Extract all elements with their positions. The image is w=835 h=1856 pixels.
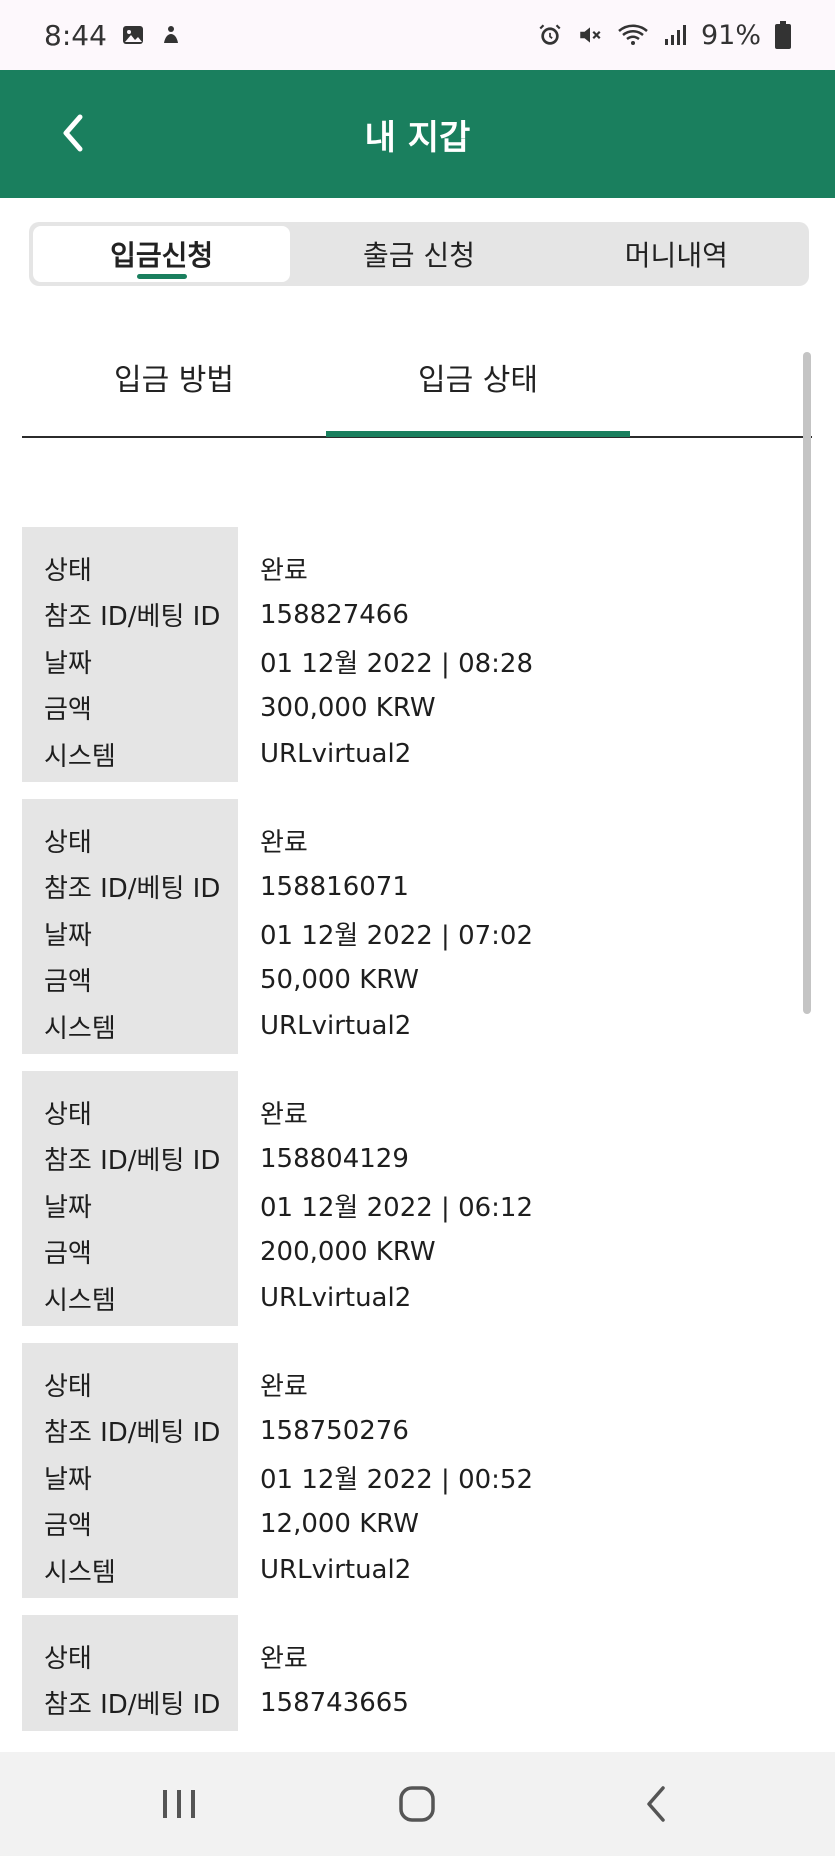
card-labels: 상태 참조 ID/베팅 ID 날짜 금액 시스템 [22, 799, 238, 1054]
subtab-deposit-status[interactable]: 입금 상태 [326, 330, 630, 437]
date-value: 01 12월 2022 | 00:52 [260, 1464, 534, 1495]
tab-label: 머니내역 [624, 239, 728, 272]
card-values: 완료 158827466 01 12월 2022 | 08:28 300,000… [238, 527, 792, 782]
tab-money-history[interactable]: 머니내역 [548, 226, 805, 282]
system-value: URLvirtual2 [260, 1283, 412, 1314]
amount-value: 50,000 KRW [260, 964, 420, 995]
deposit-card: 상태 참조 ID/베팅 ID 날짜 금액 시스템 완료 158827466 01… [22, 527, 792, 782]
chevron-left-icon [63, 114, 83, 152]
status-left: 8:44 [44, 19, 183, 52]
amount-label: 금액 [44, 695, 92, 726]
ref-id-label: 참조 ID/베팅 ID [44, 1418, 221, 1449]
back-button[interactable] [38, 98, 108, 168]
status-value: 완료 [260, 1643, 308, 1674]
alarm-icon [537, 22, 563, 48]
active-tab-indicator [136, 274, 187, 279]
ref-id-value: 158827466 [260, 599, 409, 630]
amount-label: 금액 [44, 1511, 92, 1542]
ref-id-value: 158816071 [260, 871, 409, 902]
recent-apps-button[interactable] [129, 1769, 229, 1839]
home-icon [399, 1786, 436, 1822]
card-labels: 상태 참조 ID/베팅 ID 날짜 금액 시스템 [22, 1071, 238, 1326]
ref-id-label: 참조 ID/베팅 ID [44, 602, 221, 633]
subtab-deposit-method[interactable]: 입금 방법 [22, 330, 326, 436]
ref-id-label: 참조 ID/베팅 ID [44, 874, 221, 905]
status-value: 완료 [260, 1371, 308, 1402]
date-label: 날짜 [44, 648, 92, 679]
subtab-label: 입금 상태 [418, 363, 538, 398]
system-label: 시스템 [44, 741, 116, 772]
card-values: 완료 158804129 01 12월 2022 | 06:12 200,000… [238, 1071, 792, 1326]
home-button[interactable] [367, 1769, 467, 1839]
date-value: 01 12월 2022 | 08:28 [260, 648, 534, 679]
signal-icon [663, 23, 687, 47]
ref-id-value: 158750276 [260, 1415, 409, 1446]
deposit-card: 상태 참조 ID/베팅 ID 완료 158743665 [22, 1615, 792, 1731]
status-value: 완료 [260, 555, 308, 586]
status-label: 상태 [44, 1643, 92, 1674]
deposit-list: 상태 참조 ID/베팅 ID 날짜 금액 시스템 완료 158827466 01… [22, 527, 792, 1731]
date-value: 01 12월 2022 | 07:02 [260, 920, 534, 951]
system-value: URLvirtual2 [260, 1555, 412, 1586]
status-bar: 8:44 91% [0, 0, 835, 70]
card-values: 완료 158750276 01 12월 2022 | 00:52 12,000 … [238, 1343, 792, 1598]
wallet-tabs: 입금신청 출금 신청 머니내역 [29, 222, 809, 286]
system-nav-bar [0, 1752, 835, 1856]
recent-apps-icon [163, 1790, 196, 1818]
battery-percent: 91% [700, 19, 761, 51]
date-label: 날짜 [44, 1192, 92, 1223]
ref-id-value: 158743665 [260, 1687, 409, 1718]
subtab-label: 입금 방법 [114, 363, 234, 398]
date-label: 날짜 [44, 920, 92, 951]
system-value: URLvirtual2 [260, 1011, 412, 1042]
status-value: 완료 [260, 1099, 308, 1130]
status-label: 상태 [44, 1099, 92, 1130]
nav-back-button[interactable] [606, 1769, 706, 1839]
ref-id-value: 158804129 [260, 1143, 409, 1174]
deposit-card: 상태 참조 ID/베팅 ID 날짜 금액 시스템 완료 158804129 01… [22, 1071, 792, 1326]
image-icon [121, 23, 145, 47]
date-label: 날짜 [44, 1464, 92, 1495]
status-label: 상태 [44, 1371, 92, 1402]
tab-withdraw-request[interactable]: 출금 신청 [290, 226, 547, 282]
battery-icon [775, 21, 791, 49]
scrollbar[interactable] [803, 352, 811, 1014]
ref-id-label: 참조 ID/베팅 ID [44, 1146, 221, 1177]
status-value: 완료 [260, 827, 308, 858]
status-label: 상태 [44, 827, 92, 858]
tab-deposit-request[interactable]: 입금신청 [33, 226, 291, 282]
amount-value: 12,000 KRW [260, 1508, 420, 1539]
status-label: 상태 [44, 555, 92, 586]
deposit-subtabs: 입금 방법 입금 상태 [22, 330, 812, 438]
amount-label: 금액 [44, 1239, 92, 1270]
card-labels: 상태 참조 ID/베팅 ID 날짜 금액 시스템 [22, 527, 238, 782]
card-labels: 상태 참조 ID/베팅 ID [22, 1615, 238, 1731]
amount-value: 200,000 KRW [260, 1236, 436, 1267]
app-header: 내 지갑 [0, 70, 835, 198]
tab-label: 입금신청 [110, 239, 214, 272]
status-right: 91% [537, 20, 791, 51]
ref-id-label: 참조 ID/베팅 ID [44, 1690, 221, 1721]
tab-label: 출금 신청 [363, 239, 475, 272]
amount-value: 300,000 KRW [260, 692, 436, 723]
deposit-card: 상태 참조 ID/베팅 ID 날짜 금액 시스템 완료 158816071 01… [22, 799, 792, 1054]
status-time: 8:44 [44, 18, 107, 52]
back-icon [647, 1786, 665, 1822]
system-label: 시스템 [44, 1285, 116, 1316]
wifi-icon [617, 22, 649, 48]
amount-label: 금액 [44, 967, 92, 998]
system-label: 시스템 [44, 1013, 116, 1044]
card-labels: 상태 참조 ID/베팅 ID 날짜 금액 시스템 [22, 1343, 238, 1598]
deposit-card: 상태 참조 ID/베팅 ID 날짜 금액 시스템 완료 158750276 01… [22, 1343, 792, 1598]
system-value: URLvirtual2 [260, 739, 412, 770]
notification-icon [159, 23, 183, 47]
card-values: 완료 158743665 [238, 1615, 792, 1731]
date-value: 01 12월 2022 | 06:12 [260, 1192, 534, 1223]
page-title: 내 지갑 [364, 117, 471, 158]
mute-icon [577, 22, 603, 48]
system-label: 시스템 [44, 1557, 116, 1588]
card-values: 완료 158816071 01 12월 2022 | 07:02 50,000 … [238, 799, 792, 1054]
